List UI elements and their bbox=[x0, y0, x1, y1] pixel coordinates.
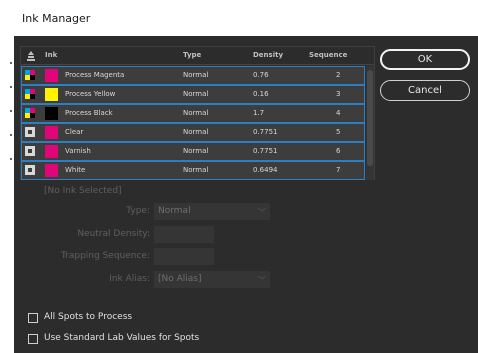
chevron-down-icon: ﹀ bbox=[258, 276, 266, 285]
spot-ink-icon bbox=[25, 127, 35, 137]
ink-type: Normal bbox=[183, 109, 209, 117]
dialog-body: Ink Type Density Sequence Process Magent… bbox=[14, 36, 478, 353]
window-title: Ink Manager bbox=[22, 12, 91, 25]
ink-type: Normal bbox=[183, 90, 209, 98]
scrollbar-thumb[interactable] bbox=[367, 70, 373, 166]
ink-type: Normal bbox=[183, 71, 209, 79]
edge-mark bbox=[10, 110, 12, 112]
ink-type: Normal bbox=[183, 128, 209, 136]
process-ink-icon bbox=[25, 108, 35, 118]
column-header-sequence[interactable]: Sequence bbox=[309, 51, 347, 59]
ink-swatch bbox=[45, 88, 58, 101]
ink-alias-value: [No Alias] bbox=[158, 274, 202, 284]
neutral-density-label: Neutral Density: bbox=[77, 229, 150, 239]
ink-density: 1.7 bbox=[253, 109, 265, 117]
ink-row[interactable]: Process Magenta Normal 0.76 2 bbox=[21, 66, 365, 85]
trapping-sequence-label: Trapping Sequence: bbox=[60, 251, 150, 261]
ink-name: Clear bbox=[65, 128, 84, 136]
ink-density: 0.16 bbox=[253, 90, 269, 98]
ink-name: Varnish bbox=[65, 147, 91, 155]
edge-mark bbox=[10, 86, 12, 88]
chevron-down-icon: ﹀ bbox=[258, 208, 266, 217]
type-label: Type: bbox=[126, 206, 150, 216]
edge-mark bbox=[10, 62, 12, 64]
ink-alias-label: Ink Alias: bbox=[109, 274, 150, 284]
ok-button[interactable]: OK bbox=[380, 49, 470, 70]
ink-swatch bbox=[45, 164, 58, 177]
all-spots-to-process-checkbox[interactable] bbox=[28, 313, 38, 323]
ink-list-header: Ink Type Density Sequence bbox=[21, 47, 374, 65]
column-header-ink[interactable]: Ink bbox=[45, 51, 57, 59]
ink-sequence: 4 bbox=[336, 109, 341, 117]
ink-swatch bbox=[45, 69, 58, 82]
edge-mark bbox=[10, 134, 12, 136]
all-spots-to-process-label[interactable]: All Spots to Process bbox=[44, 312, 132, 322]
ink-name: White bbox=[65, 166, 86, 174]
ink-row[interactable]: White Normal 0.6494 7 bbox=[21, 161, 365, 180]
ink-swatch bbox=[45, 145, 58, 158]
standard-lab-values-checkbox[interactable] bbox=[28, 334, 38, 344]
ink-density: 0.6494 bbox=[253, 166, 278, 174]
ink-list-scrollbar[interactable] bbox=[366, 66, 374, 180]
ink-manager-window: Ink Manager Ink Type Density Sequence Pr… bbox=[14, 0, 478, 353]
ink-name: Process Black bbox=[65, 109, 113, 117]
ink-density: 0.7751 bbox=[253, 128, 278, 136]
ink-swatch bbox=[45, 126, 58, 139]
trapping-sequence-field[interactable] bbox=[154, 248, 214, 265]
ink-row[interactable]: Varnish Normal 0.7751 6 bbox=[21, 142, 365, 161]
ink-sequence: 2 bbox=[336, 71, 341, 79]
ink-list[interactable]: Ink Type Density Sequence Process Magent… bbox=[20, 46, 375, 180]
ink-sequence: 6 bbox=[336, 147, 341, 155]
standard-lab-values-label[interactable]: Use Standard Lab Values for Spots bbox=[44, 333, 199, 343]
ink-sequence: 3 bbox=[336, 90, 341, 98]
ink-row[interactable]: Process Yellow Normal 0.16 3 bbox=[21, 85, 365, 104]
ink-name: Process Yellow bbox=[65, 90, 116, 98]
ink-row[interactable]: Process Black Normal 1.7 4 bbox=[21, 104, 365, 123]
background-window-edge bbox=[0, 0, 14, 353]
selected-ink-name: [No Ink Selected] bbox=[44, 186, 122, 196]
ink-density: 0.7751 bbox=[253, 147, 278, 155]
ink-sequence: 7 bbox=[336, 166, 341, 174]
ink-type: Normal bbox=[183, 147, 209, 155]
ink-type: Normal bbox=[183, 166, 209, 174]
spot-ink-icon bbox=[25, 165, 35, 175]
ink-rows: Process Magenta Normal 0.76 2 Process Ye… bbox=[21, 66, 374, 180]
edge-mark bbox=[10, 158, 12, 160]
column-header-density[interactable]: Density bbox=[253, 51, 283, 59]
ink-row[interactable]: Clear Normal 0.7751 5 bbox=[21, 123, 365, 142]
ink-density: 0.76 bbox=[253, 71, 269, 79]
column-header-type[interactable]: Type bbox=[183, 51, 201, 59]
process-ink-icon bbox=[25, 70, 35, 80]
spot-ink-icon bbox=[25, 146, 35, 156]
ink-sequence: 5 bbox=[336, 128, 341, 136]
ink-name: Process Magenta bbox=[65, 71, 125, 79]
process-ink-icon bbox=[25, 89, 35, 99]
neutral-density-field[interactable] bbox=[154, 226, 214, 243]
type-value: Normal bbox=[158, 206, 191, 216]
print-ink-icon bbox=[27, 51, 35, 61]
ink-swatch bbox=[45, 107, 58, 120]
cancel-button[interactable]: Cancel bbox=[380, 80, 470, 101]
title-bar[interactable]: Ink Manager bbox=[14, 0, 478, 36]
